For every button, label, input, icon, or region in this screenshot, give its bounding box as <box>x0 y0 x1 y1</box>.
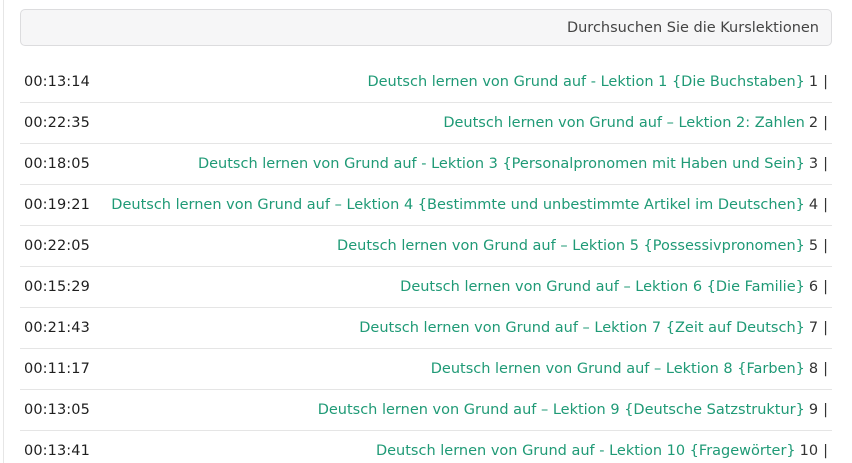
lesson-separator: | <box>823 156 828 172</box>
lesson-row: 00:11:17 Deutsch lernen von Grund auf – … <box>20 349 832 390</box>
lesson-separator: | <box>823 74 828 90</box>
lesson-duration: 00:22:05 <box>24 238 90 254</box>
lesson-title-wrap: Deutsch lernen von Grund auf - Lektion 1… <box>90 443 828 459</box>
lesson-title-wrap: Deutsch lernen von Grund auf – Lektion 8… <box>90 361 828 377</box>
lesson-link[interactable]: Deutsch lernen von Grund auf – Lektion 6… <box>400 279 805 295</box>
lesson-separator: | <box>823 115 828 131</box>
lesson-link[interactable]: Deutsch lernen von Grund auf – Lektion 5… <box>337 238 805 254</box>
lesson-row: 00:13:14 Deutsch lernen von Grund auf - … <box>20 62 832 103</box>
lesson-title-wrap: Deutsch lernen von Grund auf – Lektion 4… <box>90 197 828 213</box>
lesson-row: 00:13:41 Deutsch lernen von Grund auf - … <box>20 431 832 463</box>
lesson-duration: 00:22:35 <box>24 115 90 131</box>
lesson-separator: | <box>823 402 828 418</box>
lesson-separator: | <box>823 197 828 213</box>
lesson-separator: | <box>823 279 828 295</box>
lesson-link[interactable]: Deutsch lernen von Grund auf – Lektion 2… <box>443 115 805 131</box>
lesson-number: 1 <box>808 74 819 90</box>
lesson-title-wrap: Deutsch lernen von Grund auf - Lektion 1… <box>90 74 828 90</box>
lesson-duration: 00:15:29 <box>24 279 90 295</box>
lesson-number: 2 <box>808 115 819 131</box>
left-border-line <box>3 0 4 463</box>
lesson-number: 8 <box>808 361 819 377</box>
lesson-number: 5 <box>808 238 819 254</box>
lesson-title-wrap: Deutsch lernen von Grund auf – Lektion 2… <box>90 115 828 131</box>
lesson-title-wrap: Deutsch lernen von Grund auf – Lektion 9… <box>90 402 828 418</box>
lesson-separator: | <box>823 320 828 336</box>
lesson-separator: | <box>823 443 828 459</box>
lesson-row: 00:13:05 Deutsch lernen von Grund auf – … <box>20 390 832 431</box>
lesson-row: 00:18:05 Deutsch lernen von Grund auf - … <box>20 144 832 185</box>
lesson-number: 3 <box>808 156 819 172</box>
lesson-link[interactable]: Deutsch lernen von Grund auf - Lektion 3… <box>198 156 805 172</box>
lesson-link[interactable]: Deutsch lernen von Grund auf – Lektion 4… <box>111 197 805 213</box>
lesson-link[interactable]: Deutsch lernen von Grund auf - Lektion 1… <box>376 443 796 459</box>
lesson-link[interactable]: Deutsch lernen von Grund auf – Lektion 9… <box>318 402 805 418</box>
lesson-number: 6 <box>808 279 819 295</box>
lesson-title-wrap: Deutsch lernen von Grund auf - Lektion 3… <box>90 156 828 172</box>
lesson-row: 00:22:35 Deutsch lernen von Grund auf – … <box>20 103 832 144</box>
lesson-duration: 00:13:41 <box>24 443 90 459</box>
course-lessons-page: 00:13:14 Deutsch lernen von Grund auf - … <box>0 0 852 463</box>
lesson-row: 00:22:05 Deutsch lernen von Grund auf – … <box>20 226 832 267</box>
lesson-list: 00:13:14 Deutsch lernen von Grund auf - … <box>20 62 832 463</box>
lesson-duration: 00:21:43 <box>24 320 90 336</box>
lesson-number: 7 <box>808 320 819 336</box>
lesson-title-wrap: Deutsch lernen von Grund auf – Lektion 5… <box>90 238 828 254</box>
lesson-duration: 00:18:05 <box>24 156 90 172</box>
lesson-duration: 00:19:21 <box>24 197 90 213</box>
lesson-row: 00:15:29 Deutsch lernen von Grund auf – … <box>20 267 832 308</box>
lesson-search-input[interactable] <box>21 19 819 36</box>
lesson-row: 00:19:21 Deutsch lernen von Grund auf – … <box>20 185 832 226</box>
lesson-duration: 00:13:05 <box>24 402 90 418</box>
lesson-duration: 00:11:17 <box>24 361 90 377</box>
lesson-title-wrap: Deutsch lernen von Grund auf – Lektion 6… <box>90 279 828 295</box>
lesson-number: 4 <box>808 197 819 213</box>
lesson-row: 00:21:43 Deutsch lernen von Grund auf – … <box>20 308 832 349</box>
lesson-number: 9 <box>808 402 819 418</box>
lesson-link[interactable]: Deutsch lernen von Grund auf – Lektion 7… <box>359 320 805 336</box>
lesson-separator: | <box>823 238 828 254</box>
lesson-title-wrap: Deutsch lernen von Grund auf – Lektion 7… <box>90 320 828 336</box>
lesson-link[interactable]: Deutsch lernen von Grund auf - Lektion 1… <box>367 74 804 90</box>
lesson-separator: | <box>823 361 828 377</box>
lesson-number: 10 <box>799 443 819 459</box>
lesson-duration: 00:13:14 <box>24 74 90 90</box>
lesson-search-box[interactable] <box>20 9 832 46</box>
lesson-link[interactable]: Deutsch lernen von Grund auf – Lektion 8… <box>431 361 805 377</box>
